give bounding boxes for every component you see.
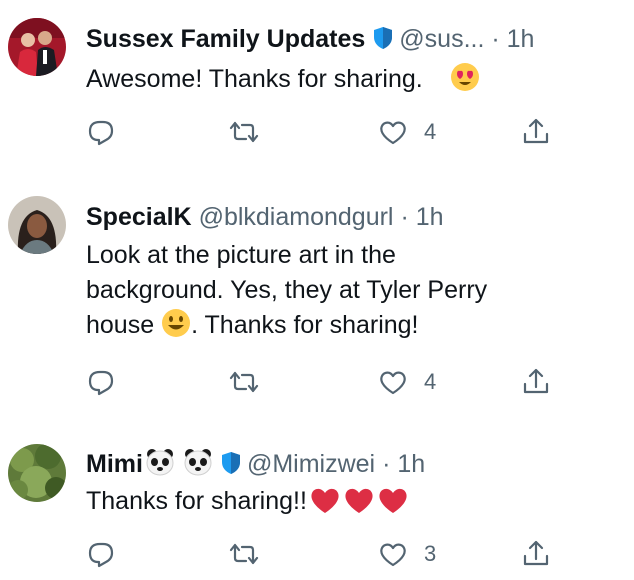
like-button[interactable]: 4 [378,112,436,152]
tweet-text-line: Look at the picture art in the [86,241,396,269]
red-heart-emoji-icon [377,485,409,515]
tweet-text: Thanks for sharing!! [86,484,606,519]
reply-button[interactable] [86,362,116,402]
tweet-card[interactable]: Sussex Family Updates @sus... · 1h Awesom… [0,0,634,170]
share-button[interactable] [521,534,551,574]
reply-button[interactable] [86,534,116,574]
avatar-image [8,196,66,254]
tweet-actions: 3 [86,534,566,574]
heart-eyes-emoji-icon [450,62,480,92]
tweet-text-content: Thanks for sharing!! [86,487,307,515]
heart-outline-icon [380,543,406,567]
user-handle[interactable]: @Mimizwei [247,450,375,478]
like-count: 4 [424,369,437,394]
tweet-text: Awesome! Thanks for sharing. [86,62,606,97]
red-heart-emoji-icon [309,485,341,515]
reply-icon [88,120,114,146]
share-icon [523,368,549,394]
tweet-text: Look at the picture art in the backgroun… [86,238,606,343]
retweet-icon [229,121,259,143]
user-handle[interactable]: @sus... [399,25,484,53]
tweet-actions: 4 [86,112,566,152]
like-button[interactable]: 4 [378,362,436,402]
tweet-header: Sussex Family Updates @sus... · 1h [86,24,534,54]
retweet-icon [229,543,259,565]
panda-face-icon [145,448,175,476]
reply-icon [88,370,114,396]
like-button[interactable]: 3 [378,534,436,574]
avatar[interactable] [8,18,66,76]
grinning-face-emoji-icon [161,308,191,338]
reply-button[interactable] [86,112,116,152]
timestamp[interactable]: 1h [507,25,535,53]
timestamp[interactable]: 1h [416,203,444,231]
tweet-text-line: house . Thanks for sharing! [86,308,606,343]
heart-outline-icon [380,121,406,145]
heart-outline-icon [380,371,406,395]
panda-face-icon [183,448,213,476]
red-heart-emoji-icon [343,485,375,515]
like-count: 3 [424,541,437,566]
share-icon [523,540,549,566]
verified-shield-icon [371,26,395,50]
reply-icon [88,542,114,568]
verified-shield-icon [219,451,243,475]
avatar[interactable] [8,444,66,502]
avatar[interactable] [8,196,66,254]
tweet-header: Mimi @Mimizwei · 1h [86,448,425,479]
separator-dot: · [491,25,500,53]
tweet-card[interactable]: SpecialK @blkdiamondgurl · 1h Look at th… [0,170,634,420]
display-name[interactable]: SpecialK [86,203,192,231]
share-button[interactable] [521,362,551,402]
user-handle[interactable]: @blkdiamondgurl [199,203,394,231]
tweet-text-content: house [86,311,155,339]
like-count: 4 [424,119,437,144]
avatar-image [8,444,66,502]
retweet-button[interactable] [229,534,259,574]
retweet-button[interactable] [229,112,259,152]
tweet-card[interactable]: Mimi @Mimizwei · 1h Thanks for sharing!! … [0,420,634,580]
retweet-button[interactable] [229,362,259,402]
avatar-image [8,18,66,76]
tweet-actions: 4 [86,362,566,402]
separator-dot: · [400,203,409,231]
tweet-text-content: . Thanks for sharing! [191,311,419,339]
tweet-text-line: background. Yes, they at Tyler Perry [86,276,488,304]
display-name[interactable]: Sussex Family Updates [86,25,365,53]
tweet-text-content: Awesome! Thanks for sharing. [86,65,423,93]
share-icon [523,118,549,144]
separator-dot: · [382,450,391,478]
tweet-header: SpecialK @blkdiamondgurl · 1h [86,202,444,232]
display-name[interactable]: Mimi [86,450,143,478]
retweet-icon [229,371,259,393]
share-button[interactable] [521,112,551,152]
reply-feed: Sussex Family Updates @sus... · 1h Awesom… [0,0,634,580]
timestamp[interactable]: 1h [397,450,425,478]
